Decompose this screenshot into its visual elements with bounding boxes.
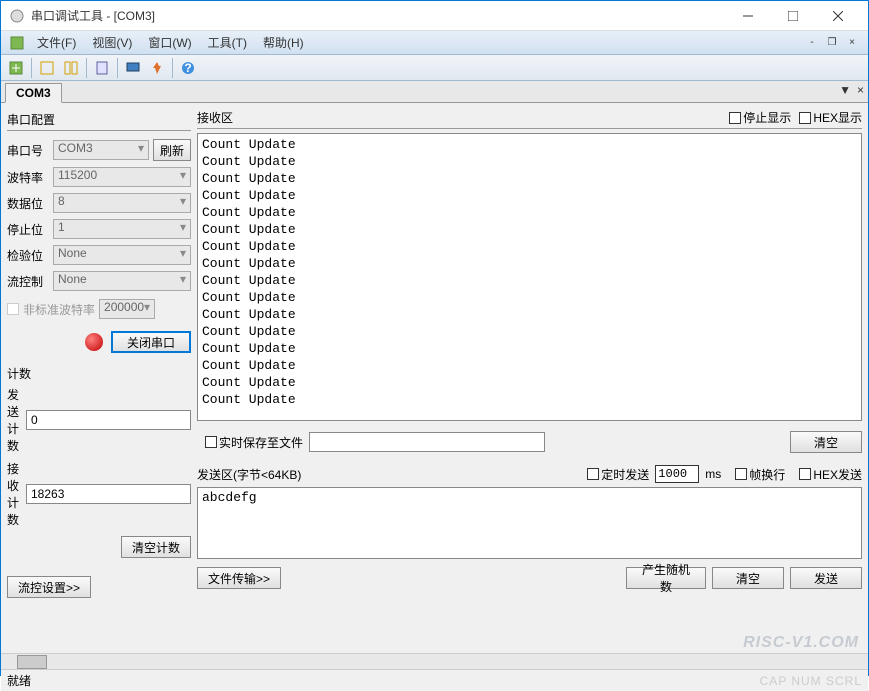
mdi-restore-button[interactable]: ❐ bbox=[824, 36, 840, 50]
config-title: 串口配置 bbox=[7, 109, 191, 131]
nonstd-checkbox[interactable] bbox=[7, 303, 19, 315]
right-panel: 接收区 停止显示 HEX显示 Count Update Count Update… bbox=[197, 109, 862, 647]
clear-recv-button[interactable]: 清空 bbox=[790, 431, 862, 453]
recv-count-value[interactable] bbox=[26, 484, 191, 504]
flow-settings-button[interactable]: 流控设置>> bbox=[7, 576, 91, 598]
nonstd-value[interactable]: 200000 bbox=[99, 299, 155, 319]
port-status-icon bbox=[85, 333, 103, 351]
send-textarea[interactable]: abcdefg bbox=[197, 487, 862, 559]
menu-app-icon bbox=[9, 35, 25, 51]
send-button[interactable]: 发送 bbox=[790, 567, 862, 589]
realtime-save-checkbox[interactable] bbox=[205, 436, 217, 448]
save-path-input[interactable] bbox=[309, 432, 545, 452]
hex-send-label: HEX发送 bbox=[813, 466, 862, 483]
tool-layout2-icon[interactable] bbox=[60, 57, 82, 79]
tool-pin-icon[interactable] bbox=[146, 57, 168, 79]
baud-select[interactable]: 115200 bbox=[53, 167, 191, 187]
svg-text:?: ? bbox=[184, 61, 191, 75]
tab-com3[interactable]: COM3 bbox=[5, 83, 62, 103]
clear-count-button[interactable]: 清空计数 bbox=[121, 536, 191, 558]
close-port-button[interactable]: 关闭串口 bbox=[111, 331, 191, 353]
recv-title: 接收区 bbox=[197, 109, 721, 126]
close-button[interactable] bbox=[815, 1, 860, 30]
stop-display-checkbox[interactable] bbox=[729, 112, 741, 124]
frame-wrap-checkbox[interactable] bbox=[735, 468, 747, 480]
nonstd-label: 非标准波特率 bbox=[23, 301, 95, 318]
hex-send-checkbox[interactable] bbox=[799, 468, 811, 480]
maximize-button[interactable] bbox=[770, 1, 815, 30]
hex-display-label: HEX显示 bbox=[813, 109, 862, 126]
timed-send-label: 定时发送 bbox=[601, 466, 649, 483]
databits-label: 数据位 bbox=[7, 195, 49, 212]
stopbits-label: 停止位 bbox=[7, 221, 49, 238]
left-panel: 串口配置 串口号 COM3 刷新 波特率 115200 数据位 8 停止位 1 … bbox=[7, 109, 191, 647]
flow-label: 流控制 bbox=[7, 273, 49, 290]
refresh-button[interactable]: 刷新 bbox=[153, 139, 191, 161]
realtime-save-label: 实时保存至文件 bbox=[219, 434, 303, 451]
stopbits-select[interactable]: 1 bbox=[53, 219, 191, 239]
baud-label: 波特率 bbox=[7, 169, 49, 186]
port-select[interactable]: COM3 bbox=[53, 140, 149, 160]
recv-count-label: 接收计数 bbox=[7, 460, 22, 528]
recv-textarea[interactable]: Count Update Count Update Count Update C… bbox=[197, 133, 862, 421]
parity-label: 检验位 bbox=[7, 247, 49, 264]
watermark: RISC-V1.COM bbox=[743, 634, 859, 652]
status-ready: 就绪 bbox=[7, 672, 760, 689]
menu-file[interactable]: 文件(F) bbox=[29, 31, 84, 54]
tab-dropdown-icon[interactable]: ▼ bbox=[839, 83, 851, 97]
main-content: 串口配置 串口号 COM3 刷新 波特率 115200 数据位 8 停止位 1 … bbox=[1, 103, 868, 653]
stop-display-label: 停止显示 bbox=[743, 109, 791, 126]
horizontal-scrollbar[interactable] bbox=[1, 653, 868, 669]
frame-wrap-label: 帧换行 bbox=[749, 466, 785, 483]
port-label: 串口号 bbox=[7, 142, 49, 159]
window-title: 串口调试工具 - [COM3] bbox=[31, 7, 725, 24]
random-button[interactable]: 产生随机数 bbox=[626, 567, 706, 589]
tab-close-icon[interactable]: × bbox=[857, 83, 864, 97]
toolbar: ? bbox=[1, 55, 868, 81]
tool-layout1-icon[interactable] bbox=[36, 57, 58, 79]
timed-send-input[interactable] bbox=[655, 465, 699, 483]
scrollbar-thumb[interactable] bbox=[17, 655, 47, 669]
hex-display-checkbox[interactable] bbox=[799, 112, 811, 124]
tab-bar: COM3 ▼ × bbox=[1, 81, 868, 103]
menu-window[interactable]: 窗口(W) bbox=[140, 31, 199, 54]
menu-view[interactable]: 视图(V) bbox=[84, 31, 140, 54]
app-icon bbox=[9, 8, 25, 24]
send-count-label: 发送计数 bbox=[7, 386, 22, 454]
menu-tools[interactable]: 工具(T) bbox=[200, 31, 255, 54]
title-bar: 串口调试工具 - [COM3] bbox=[1, 1, 868, 31]
mdi-close-button[interactable]: × bbox=[844, 36, 860, 50]
tool-calc-icon[interactable] bbox=[91, 57, 113, 79]
tool-help-icon[interactable]: ? bbox=[177, 57, 199, 79]
tool-new-icon[interactable] bbox=[5, 57, 27, 79]
status-bar: 就绪 CAP NUM SCRL bbox=[1, 669, 868, 691]
tool-monitor-icon[interactable] bbox=[122, 57, 144, 79]
mdi-minimize-button[interactable]: - bbox=[804, 36, 820, 50]
send-title: 发送区(字节<64KB) bbox=[197, 466, 573, 483]
counter-title: 计数 bbox=[7, 365, 191, 382]
send-count-value[interactable] bbox=[26, 410, 191, 430]
menu-help[interactable]: 帮助(H) bbox=[255, 31, 312, 54]
menu-bar: 文件(F) 视图(V) 窗口(W) 工具(T) 帮助(H) - ❐ × bbox=[1, 31, 868, 55]
parity-select[interactable]: None bbox=[53, 245, 191, 265]
minimize-button[interactable] bbox=[725, 1, 770, 30]
timed-send-checkbox[interactable] bbox=[587, 468, 599, 480]
databits-select[interactable]: 8 bbox=[53, 193, 191, 213]
flow-select[interactable]: None bbox=[53, 271, 191, 291]
timed-unit: ms bbox=[705, 467, 721, 481]
file-transfer-button[interactable]: 文件传输>> bbox=[197, 567, 281, 589]
clear-send-button[interactable]: 清空 bbox=[712, 567, 784, 589]
